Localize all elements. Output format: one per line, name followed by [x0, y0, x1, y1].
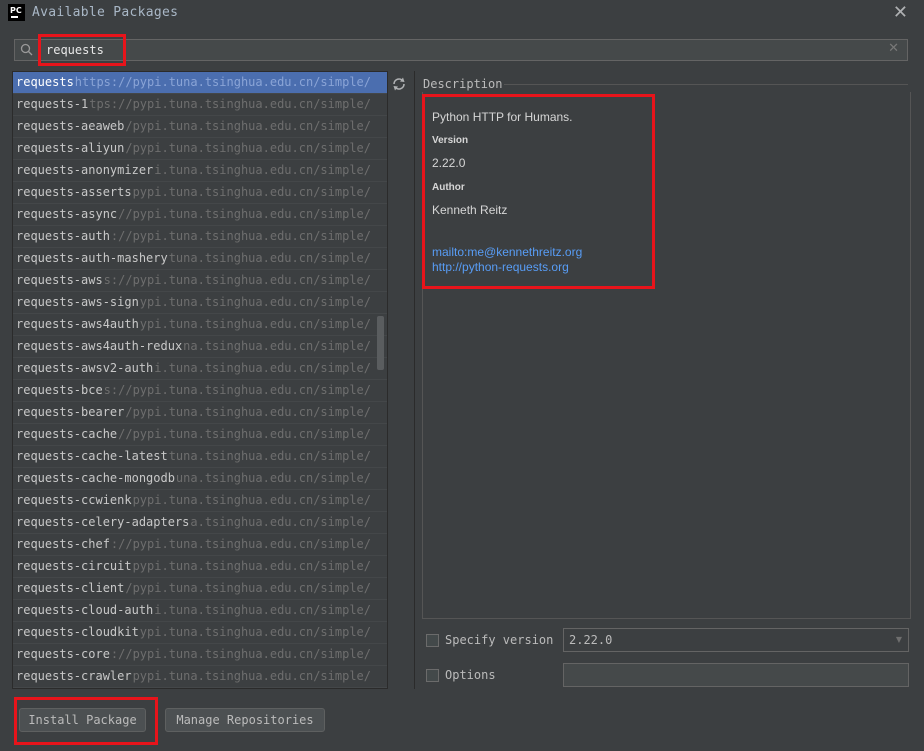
package-row[interactable]: requests-auth https://pypi.tuna.tsinghua.…: [13, 226, 387, 248]
package-repo-url: https://pypi.tuna.tsinghua.edu.cn/simple…: [74, 427, 371, 441]
search-box[interactable]: ✕: [14, 39, 908, 61]
package-row[interactable]: requests-asserts https://pypi.tuna.tsingh…: [13, 182, 387, 204]
package-repo-url: https://pypi.tuna.tsinghua.edu.cn/simple…: [74, 207, 371, 221]
package-name: requests-cloud-auth: [13, 603, 155, 617]
package-row[interactable]: requests-aeaweb https://pypi.tuna.tsinghu…: [13, 116, 387, 138]
package-name: requests-awsv2-auth: [13, 361, 155, 375]
package-row[interactable]: requests-crawler https://pypi.tuna.tsingh…: [13, 666, 387, 688]
package-row[interactable]: requests-celery-adapters https://pypi.tun…: [13, 512, 387, 534]
chevron-down-icon: ▼: [895, 635, 902, 644]
package-name: requests-celery-adapters: [13, 515, 191, 529]
app-icon-text: PC: [10, 6, 22, 15]
package-name: requests-asserts: [13, 185, 133, 199]
package-name: requests-aeaweb: [13, 119, 126, 133]
package-name: requests-aws-sign: [13, 295, 140, 309]
panel-divider: [414, 71, 415, 689]
package-name: requests-aliyun: [13, 141, 126, 155]
package-name: requests-client: [13, 581, 126, 595]
package-name: requests-cloudkit: [13, 625, 140, 639]
package-row[interactable]: requests-core https://pypi.tuna.tsinghua.…: [13, 644, 387, 666]
package-name: requests-ccwienk: [13, 493, 133, 507]
specify-version-checkbox[interactable]: [426, 634, 439, 647]
package-repo-url: https://pypi.tuna.tsinghua.edu.cn/simple…: [74, 273, 371, 287]
description-label: Description: [423, 77, 503, 91]
clear-search-icon[interactable]: ✕: [888, 41, 899, 56]
package-name: requests-bce: [13, 383, 104, 397]
package-row[interactable]: requests-auth-mashery https://pypi.tuna.t…: [13, 248, 387, 270]
package-summary: Python HTTP for Humans.: [432, 110, 573, 124]
package-name: requests-async: [13, 207, 119, 221]
package-name: requests-aws4auth-redux: [13, 339, 184, 353]
search-icon[interactable]: [20, 43, 34, 57]
package-row[interactable]: requests-bearer https://pypi.tuna.tsinghu…: [13, 402, 387, 424]
manage-repositories-button[interactable]: Manage Repositories: [165, 708, 325, 732]
package-name: requests-1: [13, 97, 90, 111]
package-author: Kenneth Reitz: [432, 203, 508, 217]
package-row[interactable]: requests-cloud-auth https://pypi.tuna.tsi…: [13, 600, 387, 622]
homepage-link[interactable]: http://python-requests.org: [432, 260, 569, 274]
package-row[interactable]: requests-aliyun https://pypi.tuna.tsinghu…: [13, 138, 387, 160]
package-name: requests-crawler: [13, 669, 133, 683]
package-name: requests: [13, 75, 75, 89]
package-row[interactable]: requests-cloudkit https://pypi.tuna.tsing…: [13, 622, 387, 644]
package-name: requests-aws4auth: [13, 317, 140, 331]
install-package-button[interactable]: Install Package: [19, 708, 146, 732]
package-row[interactable]: requests-anonymizer https://pypi.tuna.tsi…: [13, 160, 387, 182]
package-row[interactable]: requests-awsv2-auth https://pypi.tuna.tsi…: [13, 358, 387, 380]
package-repo-url: https://pypi.tuna.tsinghua.edu.cn/simple…: [74, 97, 371, 111]
package-row[interactable]: requests-aws https://pypi.tuna.tsinghua.e…: [13, 270, 387, 292]
specify-version-label: Specify version: [445, 633, 554, 647]
options-label: Options: [445, 668, 496, 682]
package-name: requests-core: [13, 647, 111, 661]
package-name: requests-cache-latest: [13, 449, 169, 463]
package-name: requests-aws: [13, 273, 104, 287]
package-name: requests-cache: [13, 427, 119, 441]
pycharm-icon: PC: [8, 4, 25, 21]
package-name: requests-circuit: [13, 559, 133, 573]
package-repo-url: https://pypi.tuna.tsinghua.edu.cn/simple…: [74, 229, 371, 243]
package-row[interactable]: requests-aws4auth https://pypi.tuna.tsing…: [13, 314, 387, 336]
package-repo-url: https://pypi.tuna.tsinghua.edu.cn/simple…: [74, 647, 371, 661]
package-list-scrollbar[interactable]: [377, 316, 384, 370]
package-version: 2.22.0: [432, 156, 466, 170]
options-checkbox[interactable]: [426, 669, 439, 682]
package-row[interactable]: requests-bce https://pypi.tuna.tsinghua.e…: [13, 380, 387, 402]
package-row[interactable]: requests https://pypi.tuna.tsinghua.edu.c…: [13, 72, 387, 94]
close-icon[interactable]: ✕: [893, 2, 908, 23]
package-row[interactable]: requests-async https://pypi.tuna.tsinghua…: [13, 204, 387, 226]
package-name: requests-bearer: [13, 405, 126, 419]
package-row[interactable]: requests-aws4auth-redux https://pypi.tuna…: [13, 336, 387, 358]
package-row[interactable]: requests-client https://pypi.tuna.tsinghu…: [13, 578, 387, 600]
author-email-link[interactable]: mailto:me@kennethreitz.org: [432, 245, 582, 259]
package-row[interactable]: requests-ccwienk https://pypi.tuna.tsingh…: [13, 490, 387, 512]
search-input[interactable]: [46, 41, 866, 59]
package-name: requests-auth: [13, 229, 111, 243]
package-row[interactable]: requests-cache https://pypi.tuna.tsinghua…: [13, 424, 387, 446]
package-row[interactable]: requests-cache-latest https://pypi.tuna.t…: [13, 446, 387, 468]
version-heading: Version: [432, 135, 469, 146]
refresh-icon[interactable]: [391, 76, 407, 92]
options-input[interactable]: [563, 663, 909, 687]
package-row[interactable]: requests-chef https://pypi.tuna.tsinghua.…: [13, 534, 387, 556]
version-select[interactable]: 2.22.0 ▼: [563, 628, 909, 652]
package-repo-url: https://pypi.tuna.tsinghua.edu.cn/simple…: [74, 383, 371, 397]
package-repo-url: https://pypi.tuna.tsinghua.edu.cn/simple…: [74, 537, 371, 551]
window-title: Available Packages: [32, 5, 179, 20]
package-row[interactable]: requests-cache-mongodb https://pypi.tuna.…: [13, 468, 387, 490]
description-panel: Python HTTP for Humans. Version 2.22.0 A…: [422, 92, 911, 619]
package-name: requests-cache-mongodb: [13, 471, 176, 485]
package-row[interactable]: requests-1 https://pypi.tuna.tsinghua.edu…: [13, 94, 387, 116]
description-divider: [504, 84, 908, 85]
title-bar: PC Available Packages ✕: [0, 0, 924, 27]
version-select-value: 2.22.0: [569, 633, 613, 647]
package-name: requests-anonymizer: [13, 163, 155, 177]
package-name: requests-auth-mashery: [13, 251, 169, 265]
package-row[interactable]: requests-aws-sign https://pypi.tuna.tsing…: [13, 292, 387, 314]
author-heading: Author: [432, 182, 465, 193]
package-list[interactable]: requests https://pypi.tuna.tsinghua.edu.c…: [12, 71, 388, 689]
package-row[interactable]: requests-circuit https://pypi.tuna.tsingh…: [13, 556, 387, 578]
package-repo-url: https://pypi.tuna.tsinghua.edu.cn/simple…: [74, 75, 371, 89]
package-name: requests-chef: [13, 537, 111, 551]
